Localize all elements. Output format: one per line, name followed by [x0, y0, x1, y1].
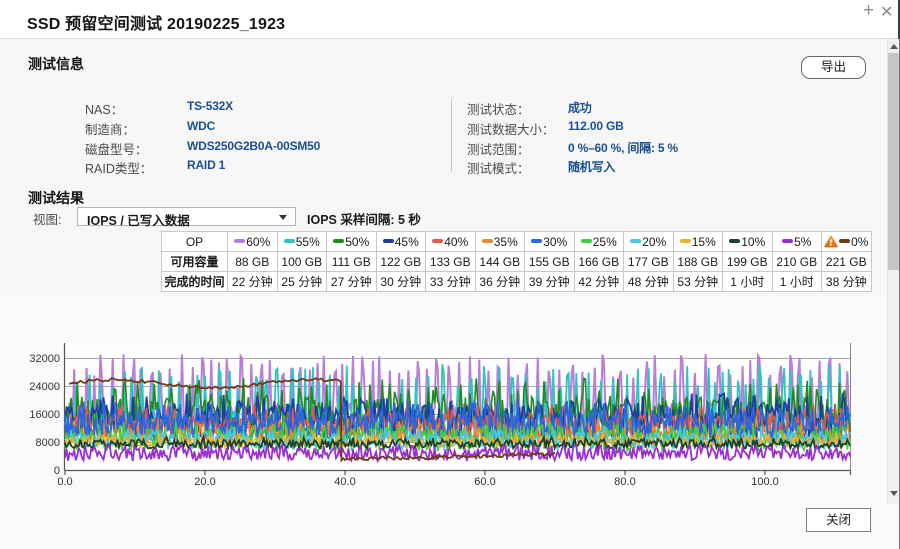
svg-text:8000: 8000 — [36, 437, 60, 449]
svg-text:80.0: 80.0 — [614, 476, 635, 488]
svg-text:40.0: 40.0 — [334, 476, 355, 488]
svg-text:24000: 24000 — [29, 381, 60, 393]
svg-text:20.0: 20.0 — [194, 476, 215, 488]
svg-text:32000: 32000 — [29, 353, 60, 365]
svg-text:16000: 16000 — [29, 409, 60, 421]
svg-text:0.0: 0.0 — [57, 476, 72, 488]
svg-text:100.0: 100.0 — [751, 476, 779, 488]
svg-text:60.0: 60.0 — [474, 476, 495, 488]
